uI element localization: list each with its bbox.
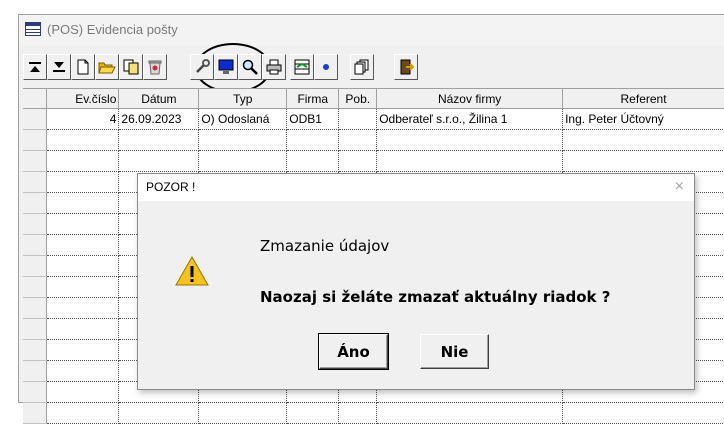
toolbar (23, 43, 724, 93)
row-selector[interactable] (23, 171, 48, 193)
row-selector[interactable] (23, 381, 48, 403)
search-icon[interactable] (238, 54, 262, 80)
col-header-ev-cislo[interactable]: Ev.číslo (46, 89, 120, 109)
empty-cell[interactable] (198, 402, 288, 424)
table-row[interactable] (23, 129, 724, 151)
row-selector[interactable] (23, 360, 48, 382)
empty-cell[interactable] (46, 402, 120, 424)
col-header-pob[interactable]: Pob. (338, 89, 378, 109)
empty-cell[interactable] (286, 129, 340, 151)
dialog-title: POZOR ! (146, 180, 196, 194)
empty-cell[interactable] (46, 255, 120, 277)
delete-trash-icon[interactable] (143, 54, 167, 80)
copy-icon[interactable] (119, 54, 143, 80)
empty-cell[interactable] (286, 150, 340, 172)
title-bar: (POS) Evidencia pošty (19, 15, 724, 45)
empty-cell[interactable] (46, 192, 120, 214)
yes-button[interactable]: Áno (318, 333, 389, 370)
row-selector[interactable] (23, 297, 48, 319)
row-selector[interactable] (23, 255, 48, 277)
empty-cell[interactable] (46, 276, 120, 298)
cell-typ[interactable]: O) Odoslaná (198, 108, 288, 130)
col-header-typ[interactable]: Typ (198, 89, 288, 109)
empty-cell[interactable] (562, 402, 724, 424)
dialog-title-bar: POZOR ! × (138, 174, 694, 201)
copy-pages-icon[interactable] (350, 54, 374, 80)
empty-cell[interactable] (46, 318, 120, 340)
table-row[interactable] (23, 150, 724, 172)
empty-cell[interactable] (46, 297, 120, 319)
empty-cell[interactable] (46, 381, 120, 403)
row-selector[interactable] (23, 192, 48, 214)
row-selector[interactable] (23, 129, 48, 151)
empty-cell[interactable] (562, 150, 724, 172)
empty-cell[interactable] (376, 402, 564, 424)
empty-cell[interactable] (46, 129, 120, 151)
row-selector[interactable] (23, 234, 48, 256)
empty-cell[interactable] (46, 234, 120, 256)
empty-cell[interactable] (46, 339, 120, 361)
col-header-datum[interactable]: Dátum (118, 89, 200, 109)
dialog-heading: Zmazanie údajov (260, 237, 390, 255)
exit-door-icon[interactable] (394, 54, 418, 80)
table-row[interactable]: 4 26.09.2023 O) Odoslaná ODB1 Odberateľ … (23, 108, 724, 130)
dialog-question: Naozaj si želáte zmazať aktuálny riadok … (260, 288, 611, 306)
cell-nazov-firmy[interactable]: Odberateľ s.r.o., Žilina 1 (376, 108, 564, 130)
empty-cell[interactable] (118, 129, 200, 151)
empty-cell[interactable] (46, 360, 120, 382)
wrench-icon[interactable] (190, 54, 214, 80)
move-last-icon[interactable] (47, 54, 71, 80)
empty-cell[interactable] (118, 402, 200, 424)
confirm-delete-dialog: POZOR ! × Zmazanie údajov Naozaj si želá… (137, 173, 695, 390)
row-selector[interactable] (23, 150, 48, 172)
window-title: (POS) Evidencia pošty (47, 22, 178, 37)
col-header-firma[interactable]: Firma (286, 89, 340, 109)
move-first-icon[interactable] (23, 54, 47, 80)
table-app-icon (25, 22, 41, 36)
empty-cell[interactable] (198, 150, 288, 172)
empty-cell[interactable] (46, 213, 120, 235)
cell-ev-cislo[interactable]: 4 (46, 108, 120, 130)
row-selector[interactable] (23, 276, 48, 298)
empty-cell[interactable] (376, 150, 564, 172)
no-button[interactable]: Nie (420, 334, 489, 369)
cell-pob[interactable] (338, 108, 378, 130)
table-header-row: Ev.číslo Dátum Typ Firma Pob. Názov firm… (23, 89, 724, 109)
print-icon[interactable] (262, 54, 286, 80)
dot-icon[interactable] (314, 54, 338, 80)
row-selector[interactable] (23, 108, 48, 130)
col-header-referent[interactable]: Referent (562, 89, 724, 109)
empty-cell[interactable] (46, 150, 120, 172)
open-folder-icon[interactable] (95, 54, 119, 80)
empty-cell[interactable] (198, 129, 288, 151)
empty-cell[interactable] (562, 129, 724, 151)
row-selector-header (23, 89, 48, 109)
cell-referent[interactable]: Ing. Peter Účtovný (562, 108, 724, 130)
new-document-icon[interactable] (71, 54, 95, 80)
grid-arrows-icon[interactable] (290, 54, 314, 80)
close-icon[interactable]: × (675, 178, 684, 196)
empty-cell[interactable] (118, 150, 200, 172)
warning-icon (175, 255, 209, 286)
row-selector[interactable] (23, 339, 48, 361)
row-selector[interactable] (23, 318, 48, 340)
col-header-nazov-firmy[interactable]: Názov firmy (376, 89, 564, 109)
cell-datum[interactable]: 26.09.2023 (118, 108, 200, 130)
table-row[interactable] (23, 402, 724, 424)
empty-cell[interactable] (376, 129, 564, 151)
empty-cell[interactable] (338, 402, 378, 424)
row-selector[interactable] (23, 402, 48, 424)
empty-cell[interactable] (46, 171, 120, 193)
empty-cell[interactable] (338, 150, 378, 172)
monitor-icon[interactable] (214, 54, 238, 80)
empty-cell[interactable] (338, 129, 378, 151)
empty-cell[interactable] (286, 402, 340, 424)
cell-firma[interactable]: ODB1 (286, 108, 340, 130)
row-selector[interactable] (23, 213, 48, 235)
